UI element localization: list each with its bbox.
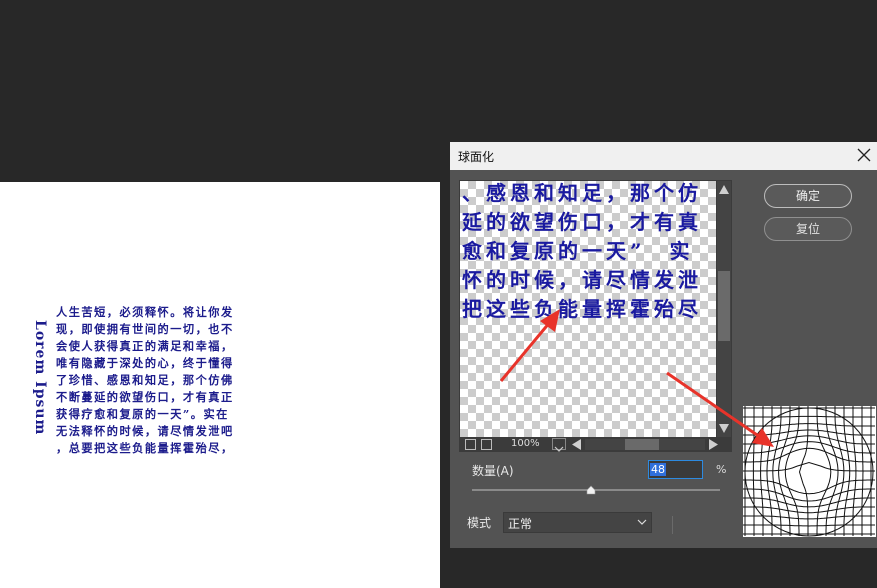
divider — [672, 516, 673, 534]
text-line: ，总要把这些负能量挥霍殆尽， — [56, 441, 234, 455]
amount-label: 数量(A) — [472, 464, 514, 478]
amount-value: 48 — [650, 463, 666, 476]
spherize-grid-preview — [743, 406, 876, 537]
chevron-down-icon — [637, 519, 647, 525]
grid-line — [743, 461, 875, 472]
chevron-down-icon — [554, 446, 564, 452]
document-body-text: 人生苦短，必须释怀。将让你发 现，即使拥有世间的一切，也不 会使人获得真正的满足… — [56, 304, 278, 457]
grid-line — [798, 406, 809, 536]
text-line: 无法释怀的时候，请尽情发泄吧 — [56, 424, 234, 438]
zoom-in-icon[interactable] — [481, 439, 492, 450]
scroll-up-icon[interactable] — [718, 183, 730, 195]
grid-line — [784, 406, 800, 536]
mode-selected-value: 正常 — [508, 517, 533, 531]
dialog-title: 球面化 — [458, 150, 495, 164]
text-line: 人生苦短，必须释怀。将让你发 — [56, 305, 234, 319]
scroll-left-icon[interactable] — [571, 439, 582, 450]
zoom-level: 100% — [511, 438, 540, 449]
preview-toolbar: 100% — [459, 437, 732, 452]
amount-unit: % — [716, 463, 727, 476]
preview-text-line: 愈和复原的一天” 实 — [462, 239, 694, 263]
text-line: 会使人获得真正的满足和幸福， — [56, 339, 234, 353]
zoom-out-icon[interactable] — [465, 439, 476, 450]
scroll-thumb[interactable] — [718, 271, 730, 341]
preview-image[interactable]: 、感恩和知足，那个仿 延的欲望伤口，才有真 愈和复原的一天” 实 怀的时候，请尽… — [460, 181, 716, 437]
vertical-title: Lorem Ipsum — [32, 320, 48, 436]
filter-preview[interactable]: 、感恩和知足，那个仿 延的欲望伤口，才有真 愈和复原的一天” 实 怀的时候，请尽… — [459, 180, 732, 452]
document-canvas[interactable]: Lorem Ipsum 人生苦短，必须释怀。将让你发 现，即使拥有世间的一切，也… — [0, 182, 440, 588]
scroll-thumb[interactable] — [625, 439, 659, 450]
text-line: 获得疗愈和复原的一天”。实在 — [56, 407, 229, 421]
preview-text: 、感恩和知足，那个仿 延的欲望伤口，才有真 愈和复原的一天” 实 怀的时候，请尽… — [462, 181, 702, 324]
scroll-right-icon[interactable] — [708, 439, 719, 450]
scroll-down-icon[interactable] — [718, 423, 730, 435]
mode-select[interactable]: 正常 — [503, 512, 652, 533]
sphere-outline — [744, 407, 874, 537]
text-line: 了珍惜、感恩和知足，那个仿佛 — [56, 373, 234, 387]
preview-vertical-scrollbar[interactable] — [717, 181, 731, 437]
preview-text-line: 把这些负能量挥霍殆尽 — [462, 297, 702, 321]
amount-input[interactable]: 48 — [648, 460, 703, 479]
close-icon[interactable] — [853, 144, 875, 166]
zoom-dropdown[interactable] — [552, 438, 566, 452]
text-line: 不断蔓延的欲望伤口，才有真正 — [56, 390, 234, 404]
reset-button[interactable]: 复位 — [764, 217, 852, 241]
preview-horizontal-scrollbar[interactable] — [585, 439, 705, 450]
ok-button[interactable]: 确定 — [764, 184, 852, 208]
spherize-grid-icon — [743, 406, 875, 537]
mode-label: 模式 — [467, 516, 492, 530]
preview-text-line: 怀的时候，请尽情发泄 — [462, 268, 702, 292]
dialog-titlebar[interactable]: 球面化 — [450, 142, 877, 170]
slider-thumb-icon[interactable] — [586, 485, 596, 495]
grid-line — [816, 406, 832, 536]
text-line: 现，即使拥有世间的一切，也不 — [56, 322, 234, 336]
spherize-dialog: 球面化 、感恩和知足，那个仿 延的欲望伤口，才有真 愈和复原的一天” 实 怀的时… — [450, 142, 877, 548]
preview-text-line: 延的欲望伤口，才有真 — [462, 210, 702, 234]
preview-text-line: 、感恩和知足，那个仿 — [462, 181, 702, 205]
text-line: 唯有隐藏于深处的心，终于懂得 — [56, 356, 234, 370]
